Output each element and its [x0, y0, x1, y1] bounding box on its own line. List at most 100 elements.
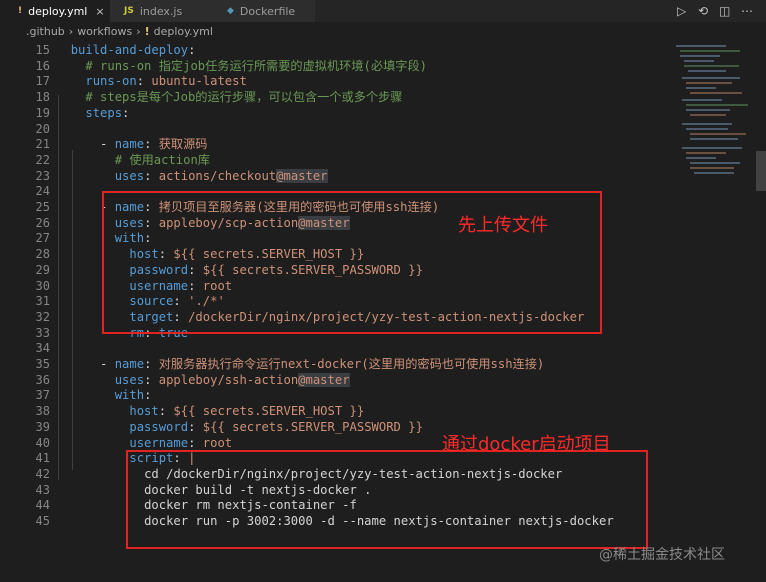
line-number: 26	[35, 215, 50, 230]
line-number: 17	[35, 74, 50, 89]
line-number: 21	[35, 137, 50, 152]
close-icon[interactable]: ×	[95, 5, 104, 18]
line-number: 41	[35, 451, 50, 466]
breadcrumb-item[interactable]: deploy.yml	[154, 25, 213, 38]
line-number: 43	[35, 482, 50, 497]
breadcrumb-item[interactable]: .github	[26, 25, 65, 38]
line-number: 20	[35, 121, 50, 136]
annotation-upload: 先上传文件	[458, 215, 548, 236]
code-token: -	[56, 137, 115, 152]
code-line: uses: appleboy/ssh-action@master	[56, 372, 350, 388]
vertical-scrollbar[interactable]	[756, 41, 766, 582]
highlight-box-docker	[126, 450, 648, 549]
watermark: @稀土掘金技术社区	[599, 547, 725, 563]
code-token: ${{	[202, 419, 233, 434]
code-line: host: ${{ secrets.SERVER_HOST }}	[56, 403, 364, 419]
line-number: 27	[35, 231, 50, 246]
code-token: # 使用action库	[114, 152, 210, 167]
code-line: # 使用action库	[56, 152, 210, 168]
tab-label: Dockerfile	[239, 4, 296, 18]
line-number: 25	[35, 200, 50, 214]
breadcrumb: .github › workflows › ! deploy.yml	[0, 22, 766, 41]
indent-guide	[72, 150, 73, 470]
code-token: appleboy/ssh-action	[158, 372, 299, 387]
code-token: name	[114, 137, 145, 152]
code-line: username: root	[56, 435, 232, 451]
chevron-right-icon: ›	[68, 25, 74, 38]
yaml-file-icon: !	[144, 25, 150, 38]
line-number: 42	[35, 466, 50, 481]
code-token: build-and-deploy	[70, 43, 189, 57]
line-number: 15	[35, 43, 50, 57]
line-number: 33	[35, 325, 50, 340]
line-number: 36	[35, 372, 50, 387]
line-number: 28	[35, 247, 50, 262]
code-token: username	[129, 435, 189, 450]
code-token: :	[188, 43, 196, 57]
code-token: :	[144, 137, 159, 152]
annotation-docker: 通过docker启动项目	[442, 434, 611, 455]
code-line: # steps是每个Job的运行步骤，可以包含一个或多个步骤	[56, 89, 402, 105]
yaml-file-icon: !	[18, 6, 23, 16]
code-token: ${{	[173, 404, 203, 419]
line-number: 24	[35, 184, 50, 199]
code-token: uses	[114, 372, 145, 387]
code-token: @master	[276, 168, 328, 183]
code-token: :	[136, 74, 152, 89]
line-number: 31	[35, 294, 50, 309]
line-number: 29	[35, 262, 50, 277]
minimap-preview	[676, 45, 748, 174]
code-token: steps	[85, 105, 123, 120]
code-token: :	[144, 388, 152, 403]
line-number: 23	[35, 168, 50, 183]
code-token: 获取源码	[158, 137, 208, 152]
scrollbar-thumb[interactable]	[756, 151, 766, 191]
code-token: :	[188, 435, 203, 450]
line-number: 40	[35, 435, 50, 450]
history-icon[interactable]: ⟲	[698, 4, 708, 18]
line-number: 16	[35, 58, 50, 73]
split-editor-icon[interactable]: ◫	[719, 4, 730, 18]
line-number: 35	[35, 357, 50, 371]
more-actions-icon[interactable]: ⋯	[741, 4, 753, 18]
minimap[interactable]	[672, 41, 754, 221]
run-icon[interactable]: ▷	[677, 4, 686, 18]
code-token: root	[202, 435, 233, 450]
code-line: uses: actions/checkout@master	[56, 168, 328, 184]
code-token: }}	[342, 404, 365, 419]
code-token: ubuntu-latest	[151, 74, 247, 89]
line-number: 45	[35, 514, 50, 528]
code-token: :	[158, 404, 174, 419]
code-token: actions/checkout	[158, 168, 277, 183]
tab-index-js[interactable]: JS index.js	[110, 0, 215, 22]
code-line: build-and-deploy:	[56, 42, 196, 58]
code-token: secrets.SERVER_HOST	[202, 404, 343, 419]
code-token: runs-on	[85, 74, 137, 89]
line-number: 30	[35, 278, 50, 293]
code-token: password	[129, 419, 189, 434]
line-number: 39	[35, 419, 50, 434]
breadcrumb-item[interactable]: workflows	[77, 25, 132, 38]
code-token: name	[114, 357, 145, 371]
code-line: - name: 获取源码	[56, 136, 208, 152]
line-number: 34	[35, 341, 50, 356]
code-line: - name: 对服务器执行命令运行next-docker(这里用的密码也可使用…	[56, 356, 544, 372]
tab-deploy-yml[interactable]: ! deploy.yml ×	[0, 0, 110, 22]
tab-dockerfile[interactable]: ◆ Dockerfile	[215, 0, 315, 22]
editor-tab-bar: ! deploy.yml × JS index.js ◆ Dockerfile …	[0, 0, 766, 22]
line-number: 37	[35, 388, 50, 403]
code-token: # runs-on 指定job任务运行所需要的虚拟机环境(必填字段)	[85, 58, 427, 73]
code-token: -	[56, 357, 115, 371]
code-token: :	[144, 168, 159, 183]
code-line: with:	[56, 387, 152, 403]
